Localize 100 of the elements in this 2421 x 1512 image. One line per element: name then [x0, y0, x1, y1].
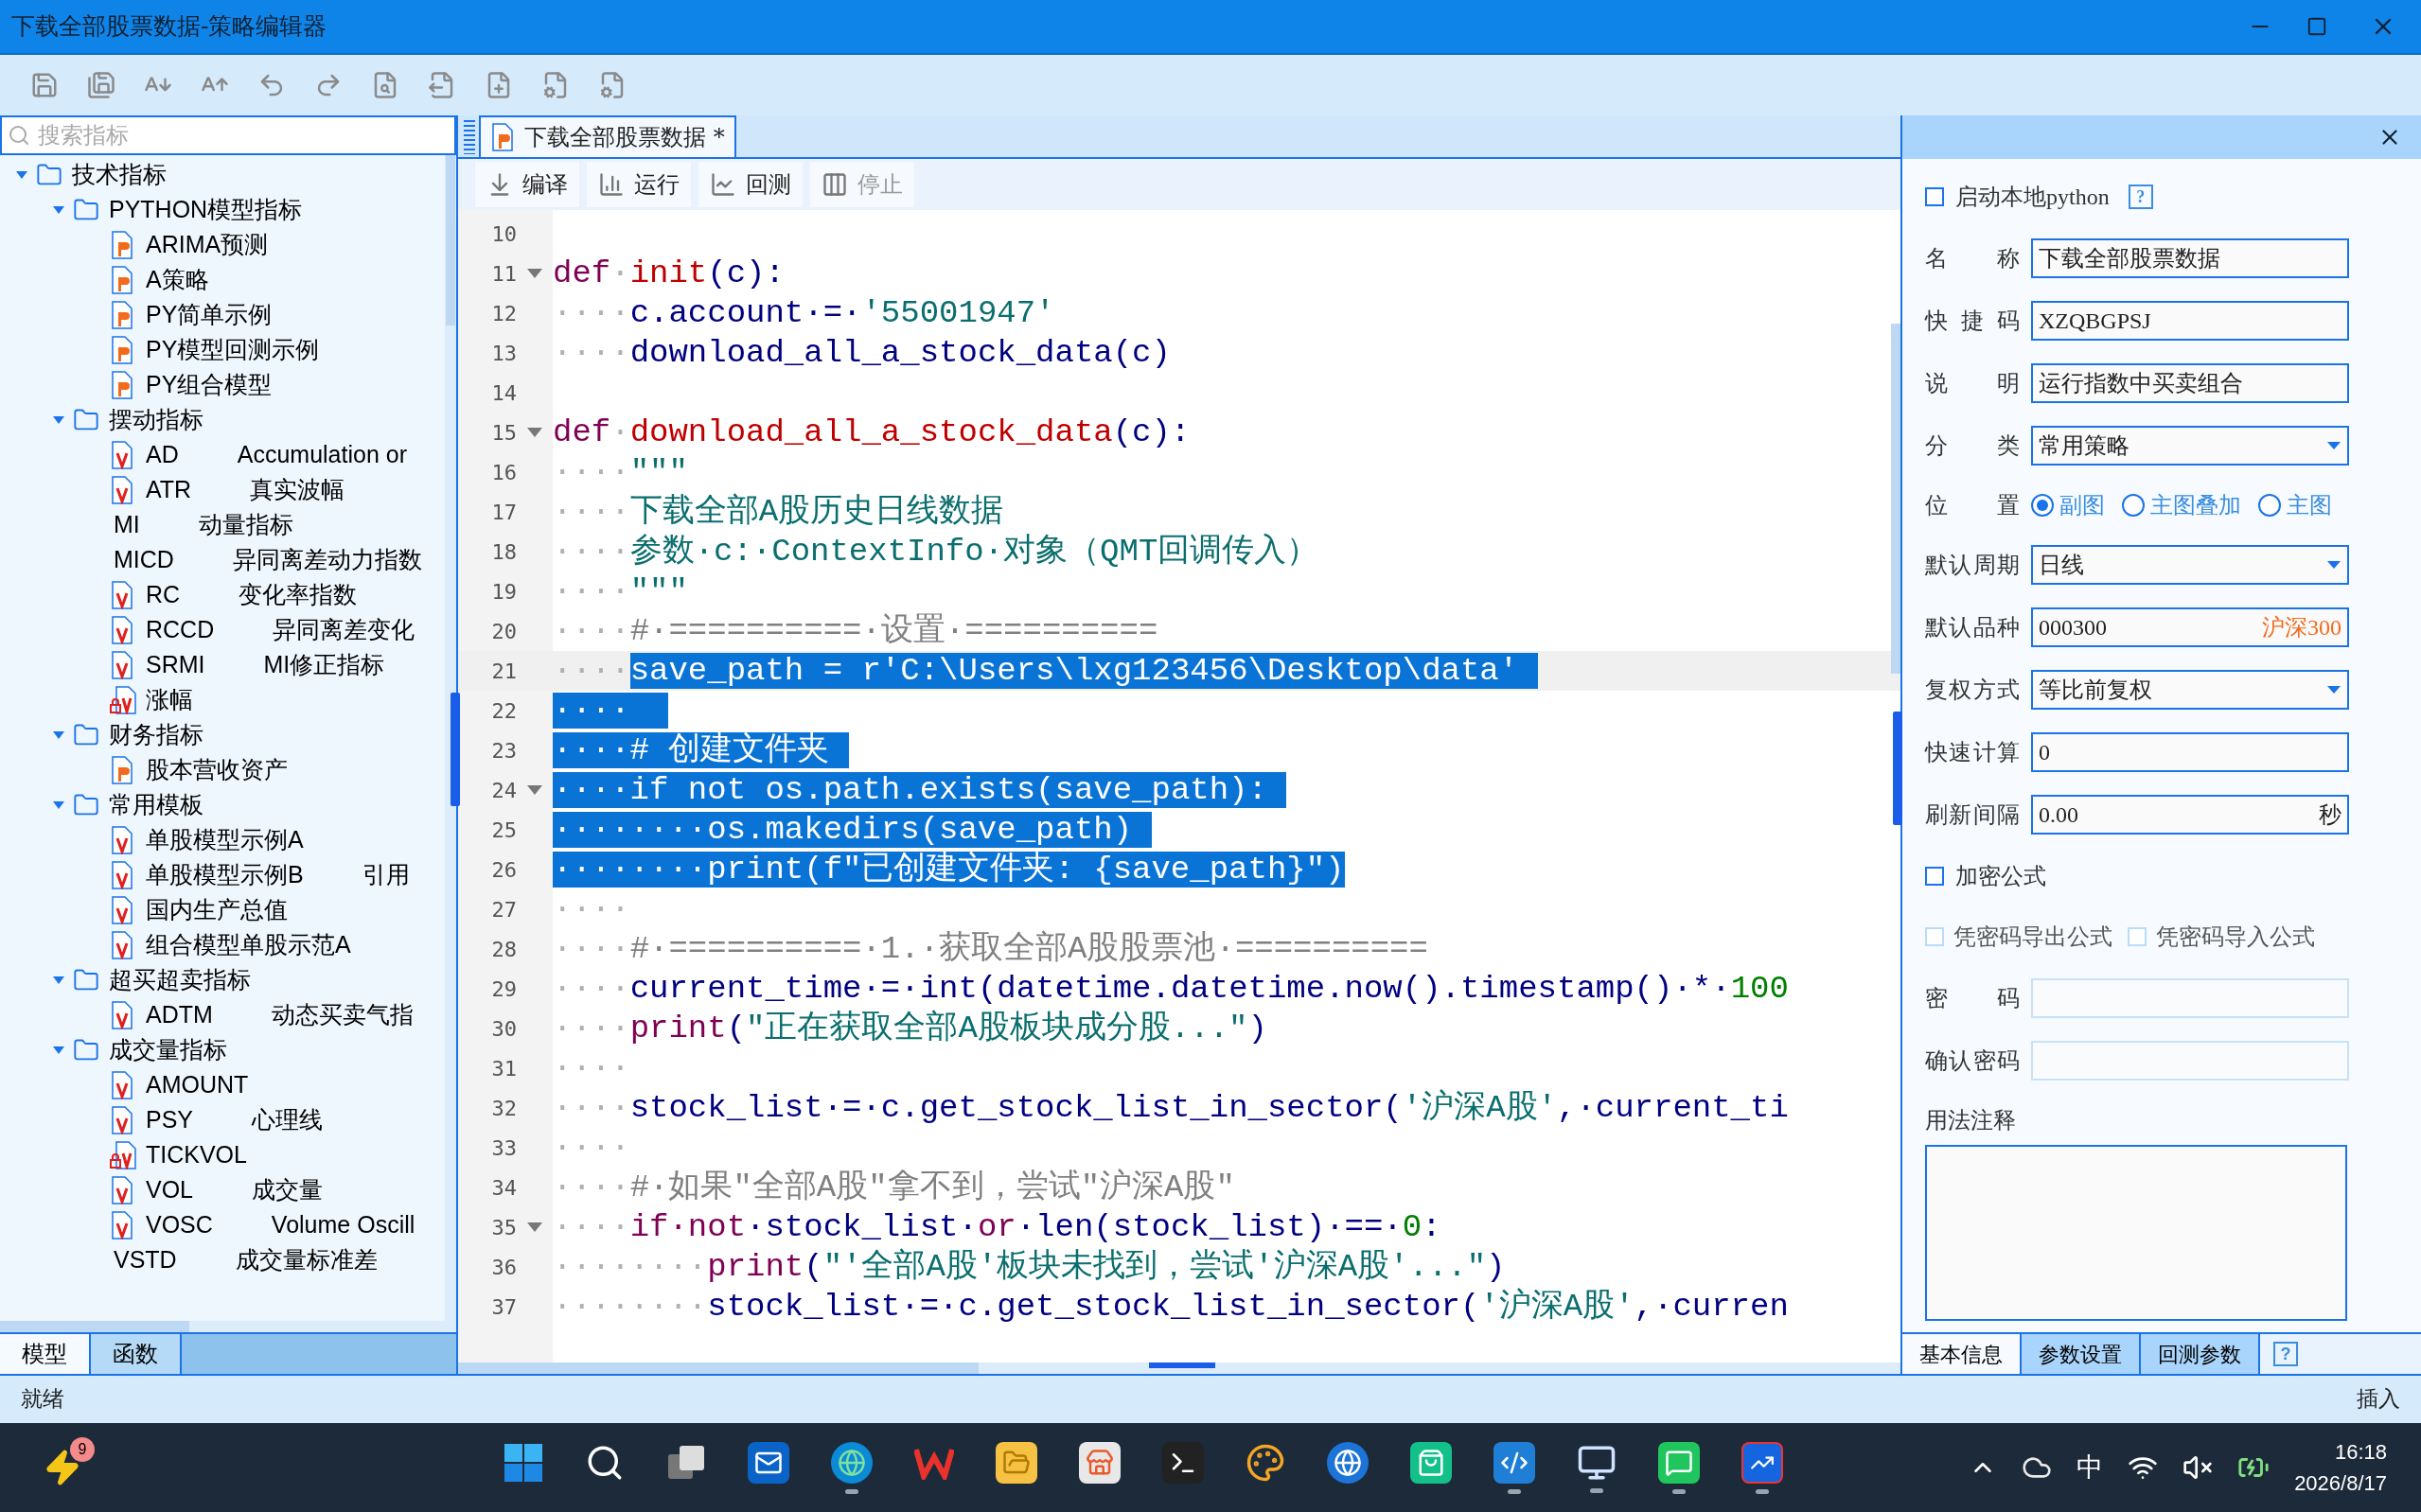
radio-label: 主图叠加 [2150, 492, 2241, 519]
dropdown[interactable]: 常用策略 [2031, 426, 2349, 466]
input-field[interactable]: XZQBGPSJ [2031, 301, 2349, 341]
file-icon [110, 370, 134, 399]
tree-item[interactable]: AD [146, 436, 179, 473]
field-value: 下载全部股票数据 [2039, 245, 2220, 273]
checkbox[interactable] [1925, 187, 1944, 206]
input-method-indicator[interactable]: 中 [2076, 1448, 2104, 1487]
line-number: 34 [490, 1174, 517, 1202]
chat-icon[interactable] [1658, 1441, 1701, 1484]
tree-item[interactable]: RCCD [146, 611, 215, 648]
locked-file-icon [110, 1140, 138, 1169]
folder-icon[interactable] [996, 1441, 1038, 1484]
tree-item[interactable]: MICD [114, 541, 174, 578]
line-number: 24 [490, 777, 517, 804]
code-editor[interactable] [458, 210, 1900, 1363]
code-text: ········print(f"已创建文件夹: {save_path}") [553, 851, 1345, 889]
tree-item[interactable]: ADTM [146, 996, 213, 1033]
panel-tab[interactable]: 参数设置 [2022, 1334, 2141, 1374]
scrollbar[interactable] [445, 155, 456, 1321]
code-text: ···· [553, 1129, 630, 1168]
store-icon[interactable] [1079, 1441, 1122, 1484]
checkbox[interactable] [1925, 867, 1944, 886]
tree-item[interactable]: TICKVOL [146, 1136, 247, 1173]
code-icon[interactable] [1493, 1441, 1536, 1484]
fold-arrow-icon[interactable] [526, 427, 543, 438]
tree-item[interactable]: PSY [146, 1101, 194, 1138]
splitter-handle[interactable] [1893, 712, 1902, 825]
tree-item[interactable]: VOSC [146, 1206, 213, 1243]
toolbar-button[interactable]: 编译 [475, 162, 579, 207]
panel-tab[interactable]: 基本信息 [1902, 1334, 2022, 1374]
tree-item[interactable]: RC [146, 576, 181, 613]
toolbar-button[interactable]: 运行 [587, 162, 691, 207]
tree-item[interactable]: 股本营收资产 [146, 751, 288, 788]
line-number: 27 [490, 896, 517, 923]
line-number: 36 [490, 1254, 517, 1281]
radio-button[interactable] [2258, 494, 2281, 517]
input-field[interactable]: 下载全部股票数据 [2031, 238, 2349, 278]
scrollbar[interactable] [0, 1321, 456, 1332]
scrollbar[interactable] [1891, 324, 1900, 674]
tree-item[interactable]: 组合模型单股示范A [146, 926, 351, 963]
radio-button[interactable] [2031, 494, 2054, 517]
tree-item[interactable]: ATR [146, 471, 192, 508]
input-field[interactable]: 0.00 秒 [2031, 795, 2349, 835]
dropdown[interactable]: 日线 [2031, 545, 2349, 585]
tree-item[interactable]: PY简单示例 [146, 296, 273, 333]
fold-arrow-icon[interactable] [526, 1222, 543, 1233]
tree-item[interactable]: 技术指标 [72, 156, 167, 193]
grid-logo-icon[interactable] [504, 1442, 544, 1483]
tree-item[interactable]: PY组合模型 [146, 366, 273, 403]
line-number: 14 [490, 379, 517, 407]
tree-item[interactable]: 成交量指标 [109, 1031, 227, 1068]
dropdown[interactable]: 等比前复权 [2031, 670, 2349, 710]
tree-item[interactable]: PY模型回测示例 [146, 331, 320, 368]
panel-tab[interactable]: 函数 [91, 1334, 182, 1374]
toolbar-button[interactable]: 回测 [698, 162, 803, 207]
palette-icon[interactable] [1246, 1442, 1286, 1483]
tree-item[interactable]: 摆动指标 [109, 401, 203, 438]
input-field[interactable]: 运行指数中买卖组合 [2031, 363, 2349, 403]
tree-item[interactable]: MI [114, 506, 140, 543]
editor-tab[interactable]: 下载全部股票数据 * [479, 115, 736, 157]
tree-item[interactable]: 涨幅 [146, 681, 193, 718]
tree-item[interactable]: 超买超卖指标 [109, 961, 251, 998]
mail-icon[interactable] [748, 1441, 790, 1484]
file-icon [110, 755, 134, 784]
scrollbar[interactable] [458, 1363, 1900, 1374]
tree-item[interactable]: 单股模型示例A [146, 821, 304, 858]
save-all-icon[interactable] [85, 69, 117, 101]
file-icon [110, 230, 134, 259]
shopping-bag-icon[interactable] [1410, 1441, 1453, 1484]
input-field[interactable]: 0 [2031, 732, 2349, 772]
tree-item[interactable]: 国内生产总值 [146, 891, 288, 928]
tree-item[interactable]: ARIMA预测 [146, 226, 269, 263]
tree-item[interactable]: 单股模型示例B [146, 856, 304, 893]
panel-tab[interactable]: 回测参数 [2141, 1334, 2260, 1374]
tree-item[interactable]: PYTHON模型指标 [109, 191, 303, 228]
tree-item[interactable]: VOL [146, 1171, 194, 1208]
tree-item-description: 真实波幅 [250, 474, 345, 504]
terminal-icon[interactable] [1162, 1441, 1205, 1484]
text-area[interactable] [1925, 1145, 2347, 1321]
clock-date: 2026/8/17 [2294, 1470, 2387, 1497]
tree-item[interactable]: AMOUNT [146, 1066, 249, 1103]
search-field[interactable]: 搜索指标 [0, 115, 456, 155]
radio-button[interactable] [2122, 494, 2145, 517]
tree-item[interactable]: 财务指标 [109, 716, 203, 753]
fold-arrow-icon[interactable] [526, 268, 543, 279]
code-text: ····参数·c:·ContextInfo·对象（QMT回调传入） [553, 533, 1319, 571]
tree-item[interactable]: A策略 [146, 261, 209, 298]
fold-arrow-icon[interactable] [526, 784, 543, 796]
line-number: 31 [490, 1055, 517, 1082]
field-suffix: 沪深300 [2262, 614, 2341, 642]
splitter-handle[interactable] [451, 693, 460, 806]
tree-item[interactable]: SRMI [146, 646, 205, 683]
tree-item-description: 异同离差动力指数 [232, 544, 422, 574]
tree-item[interactable]: VSTD [114, 1241, 177, 1278]
line-number: 17 [490, 499, 517, 526]
tree-item[interactable]: 常用模板 [109, 786, 203, 823]
input-field[interactable]: 000300 沪深300 [2031, 607, 2349, 647]
panel-tab[interactable]: 模型 [0, 1334, 91, 1374]
chart-app-icon[interactable] [1741, 1441, 1784, 1484]
